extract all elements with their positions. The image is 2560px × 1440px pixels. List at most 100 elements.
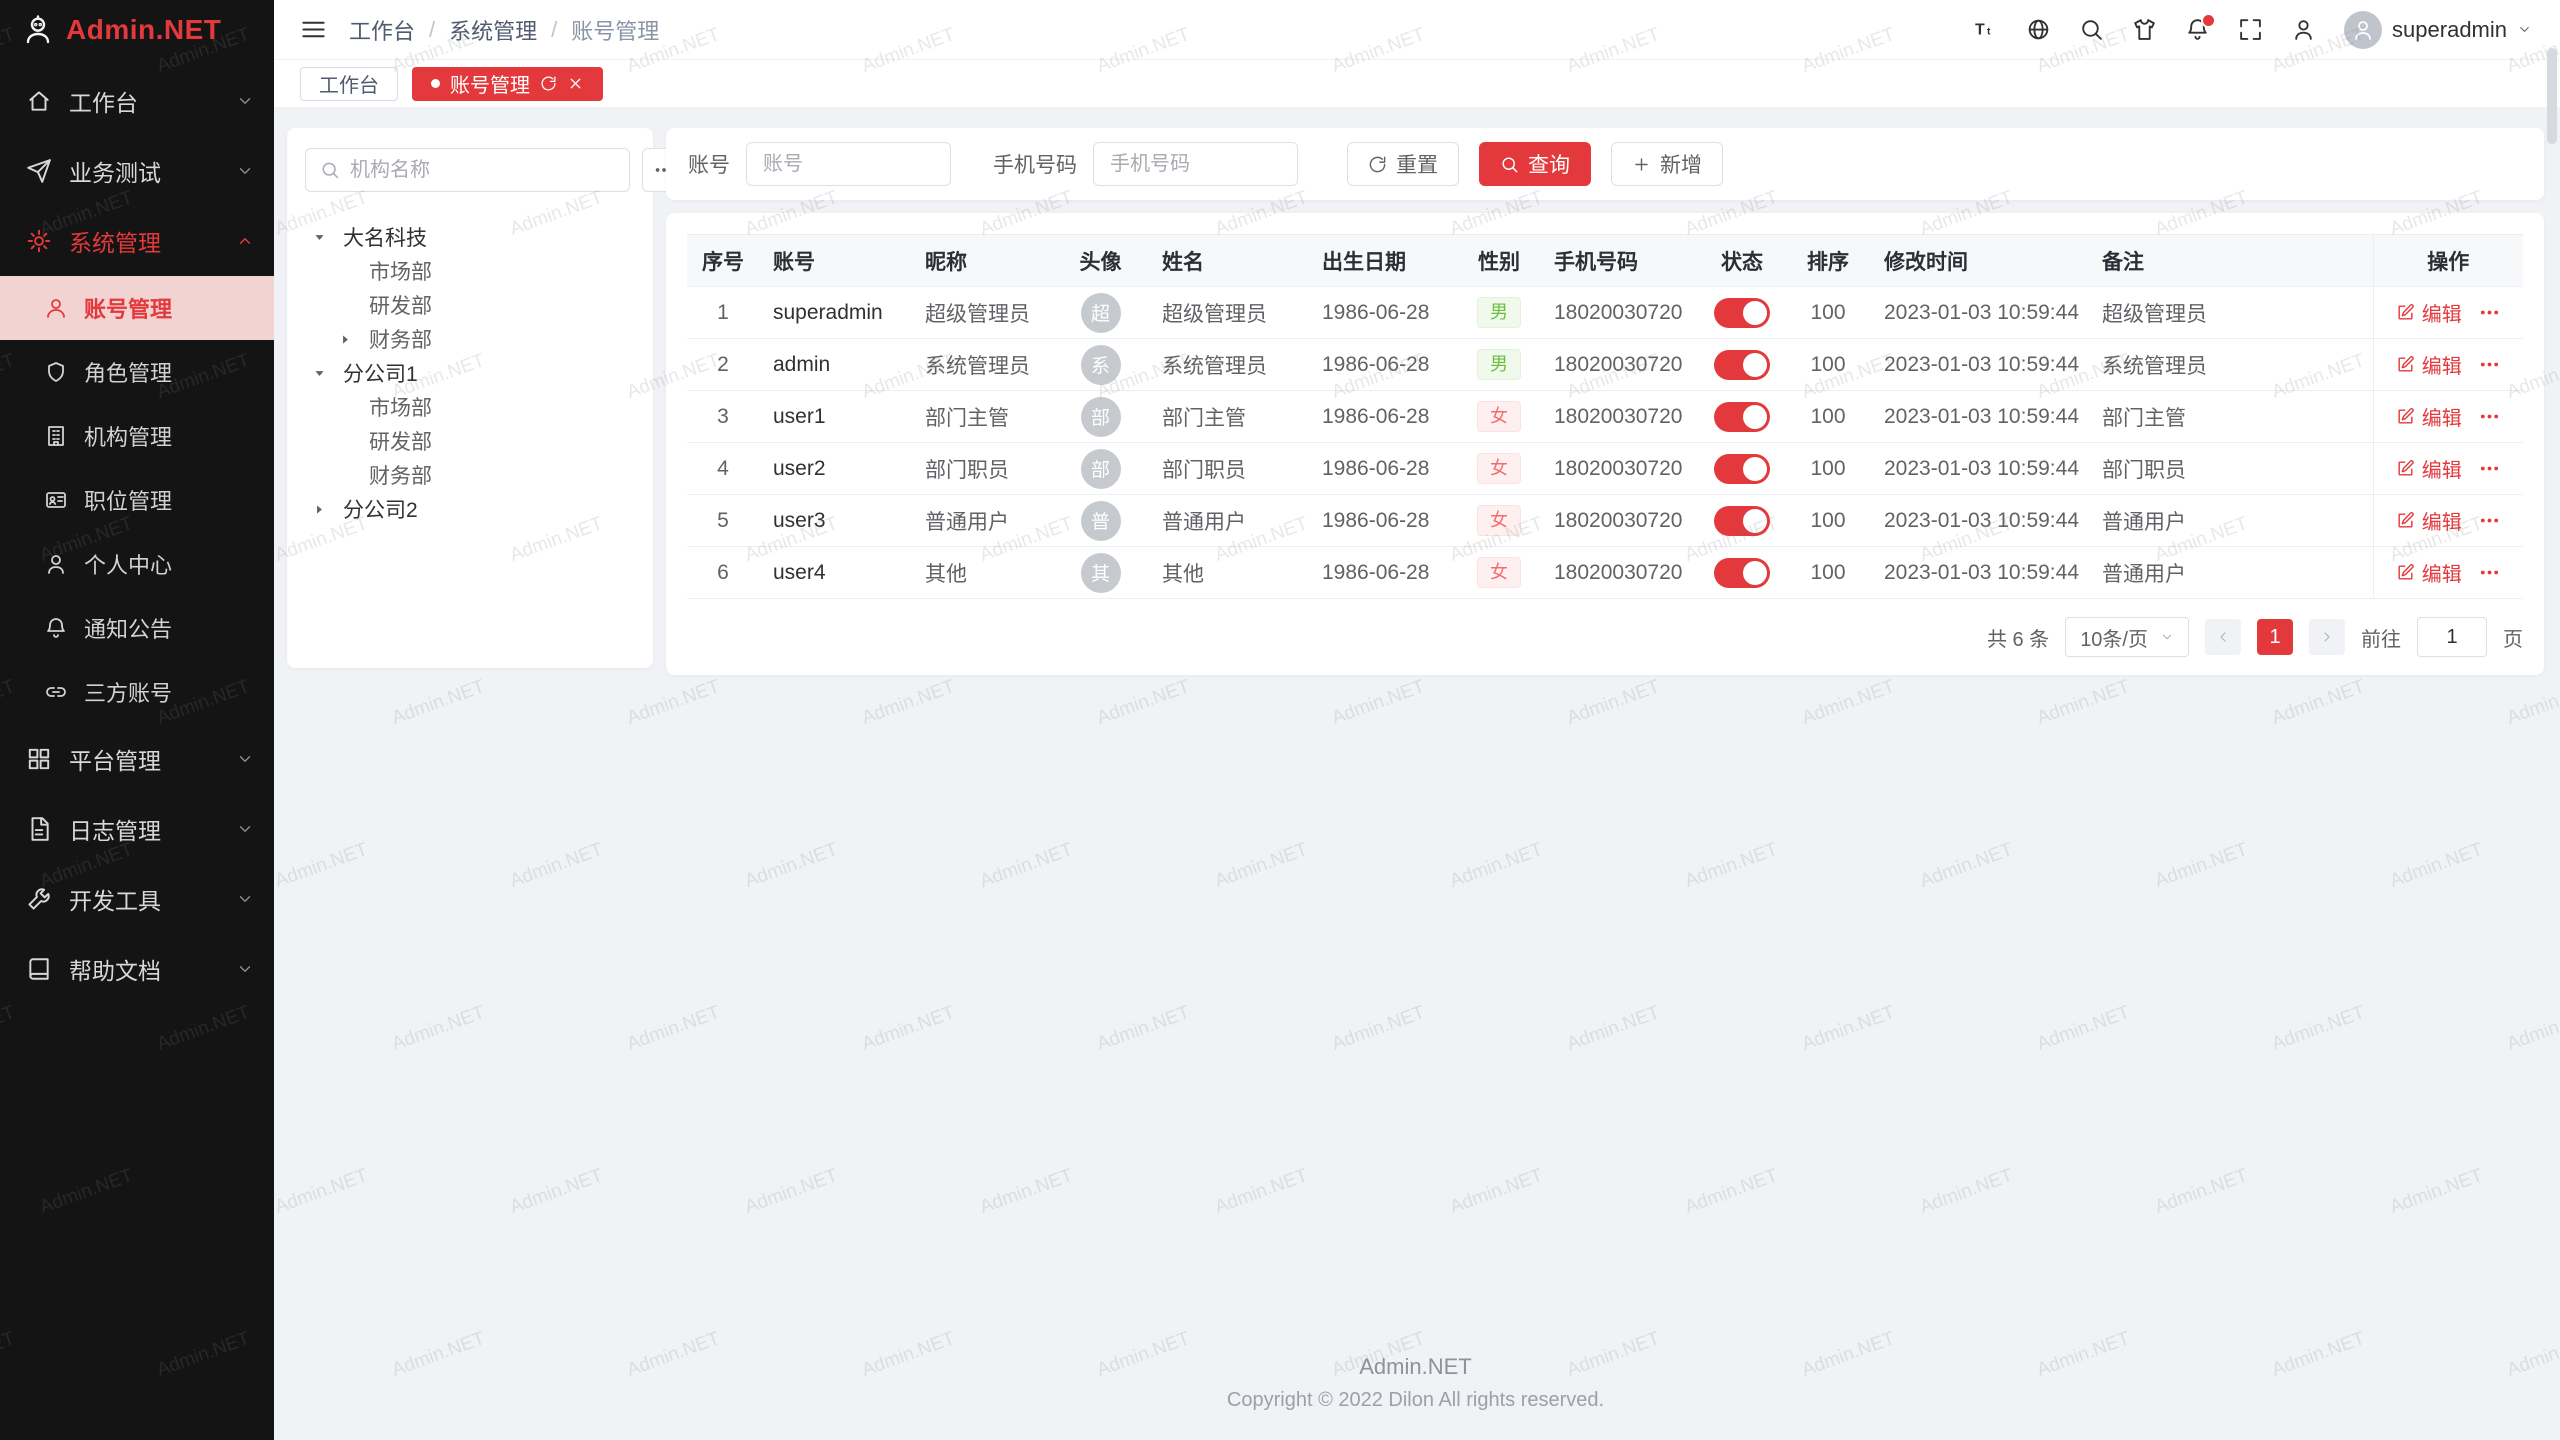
status-toggle[interactable] (1714, 506, 1770, 536)
phone-input[interactable] (1093, 142, 1298, 186)
status-toggle[interactable] (1714, 350, 1770, 380)
hamburger-menu-icon[interactable] (300, 16, 327, 43)
caret-right-icon[interactable] (339, 333, 369, 346)
sidebar-item-notice[interactable]: 通知公告 (0, 596, 274, 660)
edit-button[interactable]: 编辑 (2396, 558, 2462, 587)
cell-actions: 编辑 (2373, 443, 2523, 495)
org-search-row (305, 148, 635, 192)
more-actions-button[interactable] (2478, 457, 2501, 480)
tree-node[interactable]: 市场部 (305, 254, 635, 288)
sidebar-item-workbench[interactable]: 工作台 (0, 66, 274, 136)
reset-button[interactable]: 重置 (1347, 142, 1459, 186)
status-toggle[interactable] (1714, 402, 1770, 432)
active-tab-dot (431, 79, 440, 88)
tree-node[interactable]: 财务部 (305, 322, 635, 356)
more-actions-button[interactable] (2478, 405, 2501, 428)
edit-icon (2396, 511, 2415, 530)
edit-button[interactable]: 编辑 (2396, 402, 2462, 431)
cell-remark: 普通用户 (2088, 495, 2373, 547)
pagination: 共 6 条 10条/页 1 前往 页 (687, 617, 2523, 657)
cell-order: 100 (1786, 495, 1870, 547)
user-settings-icon[interactable] (2291, 17, 2316, 42)
tree-node[interactable]: 市场部 (305, 390, 635, 424)
sidebar-item-label: 系统管理 (69, 224, 236, 258)
tree-node[interactable]: 财务部 (305, 458, 635, 492)
sidebar-item-business-test[interactable]: 业务测试 (0, 136, 274, 206)
more-actions-button[interactable] (2478, 301, 2501, 324)
edit-button[interactable]: 编辑 (2396, 298, 2462, 327)
org-tree-panel: 大名科技市场部研发部财务部分公司1市场部研发部财务部分公司2 (287, 128, 653, 668)
sidebar-item-platform-admin[interactable]: 平台管理 (0, 724, 274, 794)
cell-status (1698, 495, 1786, 547)
font-size-icon[interactable]: Tt (1973, 17, 1998, 42)
svg-text:t: t (1987, 27, 1991, 38)
tab-account-admin[interactable]: 账号管理 (412, 67, 603, 101)
column-header: 排序 (1786, 235, 1870, 287)
scrollbar-thumb[interactable] (2547, 48, 2557, 144)
sidebar-item-personal-center[interactable]: 个人中心 (0, 532, 274, 596)
cell-account: admin (759, 339, 911, 391)
sidebar-item-role-admin[interactable]: 角色管理 (0, 340, 274, 404)
prev-page-button[interactable] (2205, 619, 2241, 655)
page-number-button[interactable]: 1 (2257, 619, 2293, 655)
chevron-down-icon (236, 890, 254, 908)
cell-birth-date: 1986-06-28 (1308, 443, 1458, 495)
sidebar-item-system-admin[interactable]: 系统管理 (0, 206, 274, 276)
account-input[interactable] (746, 142, 951, 186)
sidebar-item-label: 帮助文档 (69, 952, 236, 986)
org-search-input[interactable] (350, 159, 615, 182)
more-actions-button[interactable] (2478, 561, 2501, 584)
sidebar-item-third-account[interactable]: 三方账号 (0, 660, 274, 724)
tree-node[interactable]: 分公司2 (305, 492, 635, 526)
cell-remark: 部门职员 (2088, 443, 2373, 495)
page-unit-label: 页 (2503, 623, 2523, 652)
caret-down-icon[interactable] (313, 231, 343, 244)
add-button[interactable]: 新增 (1611, 142, 1723, 186)
search-icon[interactable] (2079, 17, 2104, 42)
more-actions-button[interactable] (2478, 509, 2501, 532)
edit-button[interactable]: 编辑 (2396, 506, 2462, 535)
sidebar-item-help-docs[interactable]: 帮助文档 (0, 934, 274, 1004)
status-toggle[interactable] (1714, 558, 1770, 588)
tab-close-icon[interactable] (567, 75, 584, 92)
tree-node[interactable]: 研发部 (305, 424, 635, 458)
content-row: 大名科技市场部研发部财务部分公司1市场部研发部财务部分公司2 账号 手机号码 重… (287, 128, 2544, 675)
language-icon[interactable] (2026, 17, 2051, 42)
user-menu[interactable]: superadmin (2344, 11, 2532, 49)
status-toggle[interactable] (1714, 454, 1770, 484)
tree-node[interactable]: 大名科技 (305, 220, 635, 254)
sidebar-item-label: 日志管理 (69, 812, 236, 846)
theme-icon[interactable] (2132, 17, 2157, 42)
sidebar-item-account-admin[interactable]: 账号管理 (0, 276, 274, 340)
sidebar-item-position-admin[interactable]: 职位管理 (0, 468, 274, 532)
edit-button[interactable]: 编辑 (2396, 454, 2462, 483)
tab-workbench[interactable]: 工作台 (300, 67, 398, 101)
breadcrumb-item[interactable]: 系统管理 (449, 14, 537, 46)
filter-bar: 账号 手机号码 重置 查询 (666, 128, 2544, 200)
search-button[interactable]: 查询 (1479, 142, 1591, 186)
sidebar-item-org-admin[interactable]: 机构管理 (0, 404, 274, 468)
main-area: 工作台/系统管理/账号管理 Tt superadmin 工作台账号管理 (274, 0, 2560, 1440)
tree-node[interactable]: 分公司1 (305, 356, 635, 390)
next-page-button[interactable] (2309, 619, 2345, 655)
status-toggle[interactable] (1714, 298, 1770, 328)
fullscreen-icon[interactable] (2238, 17, 2263, 42)
tab-refresh-icon[interactable] (540, 75, 557, 92)
notification-bell-icon[interactable] (2185, 17, 2210, 42)
person-icon (44, 552, 68, 576)
more-actions-button[interactable] (2478, 353, 2501, 376)
breadcrumb-item[interactable]: 工作台 (349, 14, 415, 46)
tree-node[interactable]: 研发部 (305, 288, 635, 322)
caret-right-icon[interactable] (313, 503, 343, 516)
toggle-knob (1743, 561, 1767, 585)
page-size-select[interactable]: 10条/页 (2065, 617, 2189, 657)
cell-gender: 女 (1458, 391, 1540, 443)
caret-down-icon[interactable] (313, 367, 343, 380)
sidebar-menu: 工作台业务测试系统管理账号管理角色管理机构管理职位管理个人中心通知公告三方账号平… (0, 60, 274, 1440)
sidebar-item-log-admin[interactable]: 日志管理 (0, 794, 274, 864)
search-icon (1500, 155, 1519, 174)
cell-avatar: 部 (1053, 391, 1148, 443)
edit-button[interactable]: 编辑 (2396, 350, 2462, 379)
sidebar-item-dev-tools[interactable]: 开发工具 (0, 864, 274, 934)
goto-page-input[interactable] (2417, 617, 2487, 657)
